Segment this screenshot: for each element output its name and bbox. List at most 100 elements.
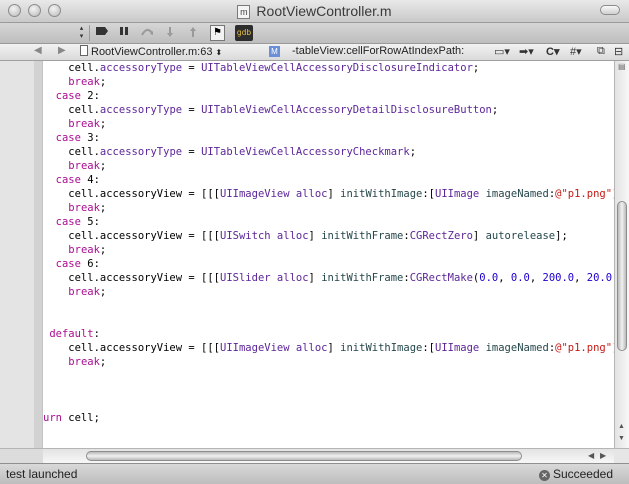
pause-button[interactable] xyxy=(118,26,130,40)
include-menu[interactable]: #▾ xyxy=(570,45,582,58)
code-line[interactable]: break; xyxy=(43,355,614,369)
bookmarks-menu-icon[interactable]: ▭▾ xyxy=(494,45,510,58)
window-title: m RootViewController.m xyxy=(0,3,629,19)
code-token: 5: xyxy=(80,216,100,228)
stepper-up-icon[interactable]: ▴ xyxy=(77,25,86,33)
code-line[interactable] xyxy=(43,369,614,383)
code-editor[interactable]: cell.accessoryType = UITableViewCellAcce… xyxy=(43,61,614,448)
code-line[interactable]: break; xyxy=(43,159,614,173)
code-token: UISwitch xyxy=(220,230,271,242)
code-token: ; xyxy=(99,286,107,298)
lock-icon[interactable]: ⊟ xyxy=(614,45,623,58)
step-into-icon xyxy=(167,27,173,37)
function-popup[interactable]: -tableView:cellForRowAtIndexPath: xyxy=(292,45,464,57)
code-line[interactable] xyxy=(43,313,614,327)
code-line[interactable]: break; xyxy=(43,201,614,215)
vertical-scroll-thumb[interactable] xyxy=(617,201,627,351)
code-token: @"p1.png" xyxy=(555,188,613,200)
code-line[interactable]: case 2: xyxy=(43,89,614,103)
code-token: :[ xyxy=(422,342,435,354)
code-token: :[ xyxy=(422,188,435,200)
code-line[interactable]: urn cell; xyxy=(43,411,614,425)
code-token: imageNamed xyxy=(485,188,549,200)
source-code[interactable]: cell.accessoryType = UITableViewCellAcce… xyxy=(43,61,614,439)
code-line[interactable]: case 5: xyxy=(43,215,614,229)
go-back-icon[interactable]: ◀ xyxy=(34,45,42,56)
code-token: initWithFrame xyxy=(321,230,404,242)
code-line[interactable]: case 6: xyxy=(43,257,614,271)
gdb-console-button[interactable]: gdb xyxy=(235,25,253,41)
code-line[interactable]: cell.accessoryView = [[[UIImageView allo… xyxy=(43,187,614,201)
code-token: break xyxy=(68,202,100,214)
stepper-control[interactable]: ▴ ▾ xyxy=(77,25,86,41)
code-line[interactable]: cell.accessoryType = UITableViewCellAcce… xyxy=(43,145,614,159)
function-label: -tableView:cellForRowAtIndexPath: xyxy=(292,45,465,57)
code-line[interactable]: cell.accessoryType = UITableViewCellAcce… xyxy=(43,61,614,75)
code-token: 6: xyxy=(80,258,100,270)
code-token: UITableViewCellAccessoryDisclosureIndica… xyxy=(201,62,473,74)
step-out-button[interactable] xyxy=(187,26,199,40)
code-token: UITableViewCellAccessoryDetailDisclosure… xyxy=(201,104,492,116)
code-token: ] xyxy=(308,230,322,242)
scroll-corner xyxy=(614,448,629,463)
scroll-left-arrow-icon[interactable]: ◀ xyxy=(588,451,594,460)
code-token: break xyxy=(68,76,100,88)
code-line[interactable]: case 3: xyxy=(43,131,614,145)
code-line[interactable]: break; xyxy=(43,285,614,299)
code-line[interactable]: cell.accessoryType = UITableViewCellAcce… xyxy=(43,103,614,117)
stepper-down-icon[interactable]: ▾ xyxy=(77,33,86,41)
code-line[interactable]: default: xyxy=(43,327,614,341)
vertical-scrollbar[interactable]: ▤ ▲ ▼ xyxy=(614,61,629,448)
code-line[interactable]: case 4: xyxy=(43,173,614,187)
code-line[interactable]: cell.accessoryView = [[[UIImageView allo… xyxy=(43,341,614,355)
step-over-button[interactable] xyxy=(140,26,154,40)
code-token: cell. xyxy=(43,146,100,158)
code-line[interactable] xyxy=(43,383,614,397)
status-bar: test launched ✕ Succeeded xyxy=(0,463,629,484)
code-token: ]; xyxy=(555,230,568,242)
code-token: UIImage xyxy=(435,342,480,354)
code-line[interactable]: cell.accessoryView = [[[UISlider alloc] … xyxy=(43,271,614,285)
scroll-down-arrow-icon[interactable]: ▼ xyxy=(618,435,625,442)
go-forward-icon[interactable]: ▶ xyxy=(58,45,66,56)
code-token: cell.accessoryView = [[[ xyxy=(43,272,221,284)
code-token: accessoryType xyxy=(99,104,183,116)
horizontal-scroll-thumb[interactable] xyxy=(86,451,522,461)
code-line[interactable]: cell.accessoryView = [[[UISwitch alloc] … xyxy=(43,229,614,243)
split-view-icon[interactable]: ▤ xyxy=(618,63,626,71)
code-token: initWithImage xyxy=(340,188,423,200)
counterpart-icon[interactable]: ⧉ xyxy=(597,45,605,58)
file-popup[interactable]: RootViewController.m:63 ⬍ xyxy=(80,45,222,58)
code-token: UIImageView xyxy=(220,188,290,200)
toolbar-toggle-button[interactable] xyxy=(600,5,620,15)
code-token: cell.accessoryView = [[[ xyxy=(43,188,221,200)
code-token: initWithImage xyxy=(340,342,423,354)
code-token: ; xyxy=(99,202,107,214)
code-token: , xyxy=(498,272,511,284)
include-menu-label: # xyxy=(570,46,577,58)
code-line[interactable]: break; xyxy=(43,243,614,257)
code-token: alloc xyxy=(295,342,328,354)
code-line[interactable]: break; xyxy=(43,117,614,131)
code-line[interactable] xyxy=(43,299,614,313)
scroll-right-arrow-icon[interactable]: ▶ xyxy=(600,451,606,460)
step-into-button[interactable] xyxy=(164,26,176,40)
editor-gutter[interactable] xyxy=(0,61,34,448)
breakpoints-menu-icon[interactable]: ➡▾ xyxy=(519,45,534,58)
breakpoint-toggle-button[interactable] xyxy=(95,26,109,40)
code-token: @"p1.png" xyxy=(555,342,613,354)
horizontal-scrollbar[interactable]: ◀ ▶ xyxy=(43,448,614,463)
file-location-label: RootViewController.m:63 xyxy=(91,46,213,58)
breakpoints-window-button[interactable]: ⚑ xyxy=(210,25,225,41)
build-status[interactable]: ✕ Succeeded xyxy=(538,467,613,481)
code-line[interactable] xyxy=(43,425,614,439)
code-line[interactable]: break; xyxy=(43,75,614,89)
code-folding-ribbon[interactable] xyxy=(34,61,43,448)
code-line[interactable] xyxy=(43,397,614,411)
scroll-up-arrow-icon[interactable]: ▲ xyxy=(618,423,625,430)
class-menu[interactable]: C▾ xyxy=(546,45,559,58)
code-token: autorelease xyxy=(485,230,556,242)
popup-arrows-icon: ⬍ xyxy=(215,48,223,57)
